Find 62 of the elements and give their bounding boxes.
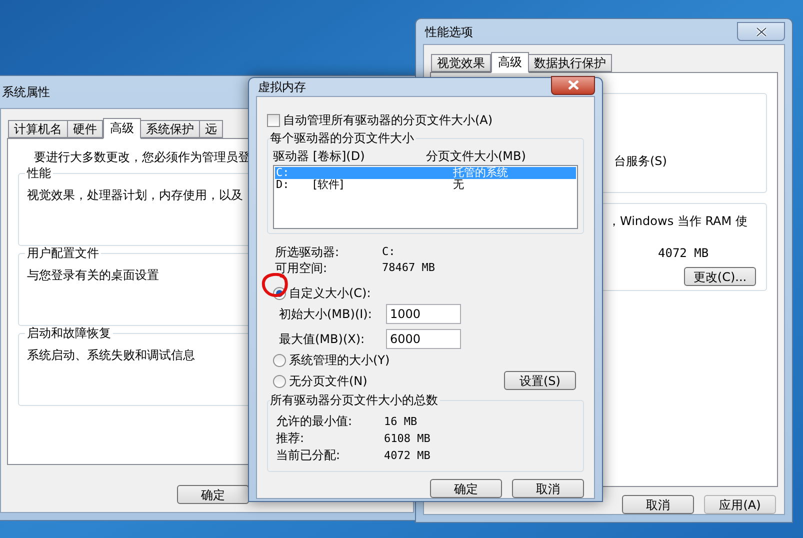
- close-button[interactable]: [551, 76, 595, 94]
- total-value: 4072 MB: [384, 448, 430, 464]
- drive-letter: D:: [275, 179, 290, 191]
- info-label: 所选驱动器:: [275, 244, 340, 260]
- total-label: 当前已分配:: [276, 447, 342, 464]
- window-title: 性能选项: [424, 24, 473, 40]
- description-text: ，Windows 当作 RAM 使: [608, 213, 748, 230]
- drive-letter: C:: [275, 167, 290, 179]
- radio-label: 自定义大小(C):: [289, 285, 371, 302]
- group-title: 所有驱动器分页文件大小的总数: [270, 393, 440, 408]
- group-description: 系统启动、系统失败和调试信息: [27, 348, 195, 362]
- window-title: 系统属性: [2, 84, 50, 101]
- tab[interactable]: 系统保护: [140, 120, 200, 138]
- memory-value: 4072 MB: [657, 245, 710, 262]
- group-title: 每个驱动器的分页文件大小: [270, 131, 416, 146]
- total-label: 允许的最小值:: [276, 413, 354, 430]
- group-title: 用户配置文件: [25, 246, 101, 261]
- group-title: 启动和故障恢复: [25, 326, 113, 341]
- dialog-button[interactable]: 取消: [512, 479, 584, 498]
- field-label: 初始大小(MB)(I):: [279, 306, 373, 323]
- page-file-size: 无: [453, 179, 464, 191]
- close-icon: [756, 26, 766, 36]
- info-value: 78467 MB: [382, 260, 435, 276]
- size-input[interactable]: 1000: [386, 304, 461, 324]
- group-description: 与您登录有关的桌面设置: [27, 268, 159, 282]
- list-row[interactable]: D: [软件] 无: [275, 179, 576, 191]
- tab[interactable]: 高级: [491, 52, 529, 73]
- radio-label: 无分页文件(N): [289, 373, 368, 390]
- close-icon: [568, 80, 578, 90]
- size-input[interactable]: 6000: [386, 329, 461, 349]
- change-button[interactable]: 更改(C)...: [684, 267, 756, 286]
- group-description: 视觉效果，处理器计划，内存使用，以及: [27, 188, 243, 202]
- checkbox[interactable]: [267, 114, 280, 126]
- radio-button[interactable]: [273, 354, 286, 366]
- info-label: 可用空间:: [275, 260, 328, 276]
- info-value: C:: [382, 244, 396, 260]
- radio-button[interactable]: [273, 374, 286, 388]
- checkbox-label: 自动管理所有驱动器的分页文件大小(A): [283, 112, 493, 129]
- column-header: 驱动器 [卷标](D): [273, 149, 366, 164]
- total-value: 6108 MB: [384, 431, 430, 447]
- tab[interactable]: 硬件: [67, 120, 103, 138]
- option-text: 台服务(S): [614, 153, 667, 170]
- field-label: 最大值(MB)(X):: [279, 331, 366, 348]
- tab[interactable]: 高级: [103, 118, 141, 139]
- group-title: 性能: [25, 166, 53, 181]
- circle-annotation: [261, 273, 289, 298]
- tab[interactable]: 数据执行保护: [528, 54, 612, 72]
- window-title: 虚拟内存: [257, 79, 306, 96]
- set-button[interactable]: 设置(S): [504, 371, 576, 390]
- dialog-button[interactable]: 取消: [622, 495, 694, 514]
- drive-list[interactable]: C: 托管的系统 D: [软件] 无: [273, 165, 578, 229]
- volume-label: [软件]: [313, 178, 344, 191]
- dialog-button[interactable]: 确定: [430, 479, 502, 498]
- tab[interactable]: 计算机名: [8, 120, 68, 138]
- tab[interactable]: 远: [199, 120, 223, 138]
- tab[interactable]: 视觉效果: [431, 54, 491, 72]
- column-header: 分页文件大小(MB): [426, 149, 526, 164]
- ok-button[interactable]: 确定: [177, 485, 249, 504]
- total-label: 推荐:: [276, 430, 306, 447]
- total-value: 16 MB: [384, 414, 418, 430]
- page-file-size: 托管的系统: [453, 167, 508, 179]
- radio-label: 系统管理的大小(Y): [289, 352, 390, 369]
